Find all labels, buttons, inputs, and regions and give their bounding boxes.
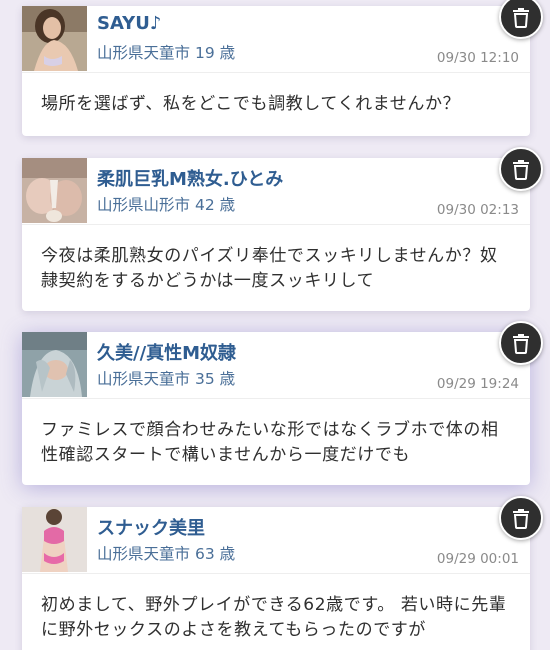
poster-age: 42 歳 [195, 196, 236, 214]
trash-icon [513, 334, 529, 354]
post-header: SAYU♪ 山形県天童市 19 歳 09/30 12:10 [22, 6, 530, 73]
poster-age: 19 歳 [195, 44, 236, 62]
post-card[interactable]: スナック美里 山形県天童市 63 歳 09/29 00:01 初めまして、野外プレ… [22, 507, 530, 650]
delete-post-button[interactable] [499, 0, 543, 39]
avatar[interactable] [22, 158, 87, 223]
post-timestamp: 09/30 02:13 [436, 202, 519, 218]
trash-icon [513, 160, 529, 180]
delete-post-button[interactable] [499, 496, 543, 540]
post-card[interactable]: 久美//真性M奴隷 山形県天童市 35 歳 09/29 19:24 ファミレスで顔… [22, 332, 530, 485]
delete-post-button[interactable] [499, 147, 543, 191]
post-header: 柔肌巨乳M熟女.ひとみ 山形県山形市 42 歳 09/30 02:13 [22, 158, 530, 225]
trash-icon [513, 8, 529, 28]
post-timestamp: 09/29 19:24 [436, 376, 519, 392]
poster-location: 山形県天童市 63 歳 [97, 542, 240, 564]
message-feed: SAYU♪ 山形県天童市 19 歳 09/30 12:10 場所を選ばず、私をどこ… [0, 0, 550, 650]
post-message[interactable]: 場所を選ばず、私をどこでも調教してくれませんか？ [22, 73, 530, 129]
poster-name[interactable]: 柔肌巨乳M熟女.ひとみ [97, 165, 283, 191]
poster-prefecture: 山形県天童市 [97, 44, 191, 62]
poster-location: 山形県天童市 19 歳 [97, 41, 240, 63]
post-card[interactable]: SAYU♪ 山形県天童市 19 歳 09/30 12:10 場所を選ばず、私をどこ… [22, 6, 530, 136]
post-message[interactable]: 今夜は柔肌熟女のパイズリ奉仕でスッキリしませんか？奴隷契約をするかどうかは一度ス… [22, 225, 530, 306]
poster-name[interactable]: SAYU♪ [97, 13, 161, 34]
poster-prefecture: 山形県天童市 [97, 370, 191, 388]
poster-name[interactable]: 久美//真性M奴隷 [97, 339, 236, 365]
post-message[interactable]: 初めまして、野外プレイができる62歳です。 若い時に先輩に野外セックスのよさを教… [22, 574, 530, 650]
post-timestamp: 09/30 12:10 [436, 50, 519, 66]
trash-icon [513, 509, 529, 529]
poster-prefecture: 山形県山形市 [97, 196, 191, 214]
poster-age: 63 歳 [195, 545, 236, 563]
avatar[interactable] [22, 6, 87, 71]
poster-age: 35 歳 [195, 370, 236, 388]
delete-post-button[interactable] [499, 321, 543, 365]
poster-location: 山形県天童市 35 歳 [97, 367, 240, 389]
post-timestamp: 09/29 00:01 [436, 551, 519, 567]
avatar[interactable] [22, 507, 87, 572]
avatar[interactable] [22, 332, 87, 397]
poster-prefecture: 山形県天童市 [97, 545, 191, 563]
post-card[interactable]: 柔肌巨乳M熟女.ひとみ 山形県山形市 42 歳 09/30 02:13 今夜は柔肌… [22, 158, 530, 311]
post-header: スナック美里 山形県天童市 63 歳 09/29 00:01 [22, 507, 530, 574]
poster-name[interactable]: スナック美里 [97, 514, 205, 540]
poster-location: 山形県山形市 42 歳 [97, 193, 240, 215]
post-header: 久美//真性M奴隷 山形県天童市 35 歳 09/29 19:24 [22, 332, 530, 399]
post-message[interactable]: ファミレスで顔合わせみたいな形ではなくラブホで体の相性確認スタートで構いませんか… [22, 399, 530, 480]
